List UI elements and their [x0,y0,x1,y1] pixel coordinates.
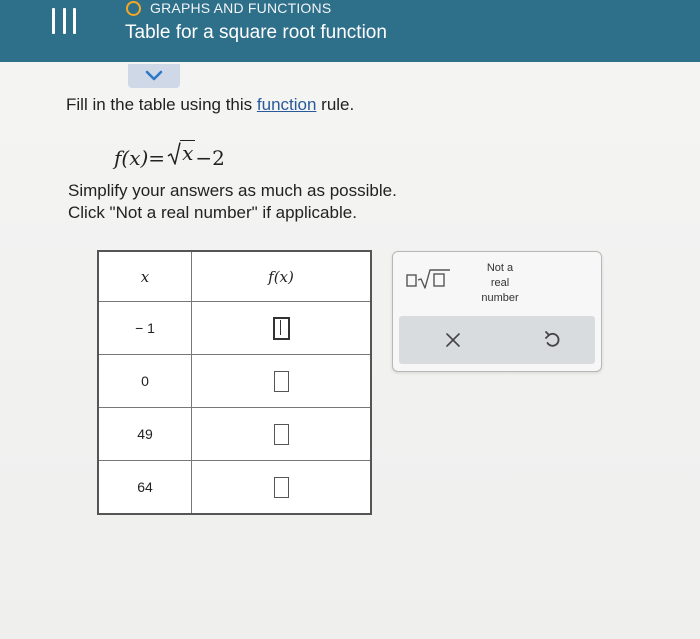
fx-cell[interactable] [191,407,372,461]
not-real-line-3: number [481,292,519,304]
nth-root-icon [406,269,450,289]
topic-label: GRAPHS AND FUNCTIONS [150,0,332,16]
menu-icon[interactable] [52,8,76,34]
header-bar: GRAPHS AND FUNCTIONS Table for a square … [0,0,700,62]
topic-row: GRAPHS AND FUNCTIONS [126,0,331,16]
table-header-row: x f(x) [97,250,372,302]
radical: x [167,140,196,165]
instruction-text: Fill in the table using this function ru… [66,95,354,115]
fx-cell[interactable] [191,301,372,355]
formula-tail: −2 [195,146,225,170]
table-row: 0 [97,354,372,408]
simplify-instruction: Simplify your answers as much as possibl… [68,181,397,200]
clear-button[interactable] [439,326,467,354]
table-row: 64 [97,460,372,515]
not-real-line-1: Not a [486,262,514,274]
undo-icon [545,331,560,347]
fx-cell[interactable] [191,460,372,515]
instruction-prefix: Fill in the table using this [66,95,257,114]
not-real-line-2: real [490,277,510,289]
table-row: 49 [97,407,372,461]
function-link[interactable]: function [257,95,317,114]
table-row: − 1 [97,301,372,355]
answer-input[interactable] [272,316,290,340]
collapse-button[interactable] [128,64,180,88]
x-cell: 0 [97,354,192,408]
not-real-number-button[interactable]: Not a real number [471,261,529,306]
keypad-action-row [399,316,595,364]
answer-input[interactable] [273,423,289,445]
answer-input[interactable] [273,476,289,498]
header-fx: f(x) [191,250,372,302]
nth-root-button[interactable] [405,268,455,295]
function-table: x f(x) − 1 0 49 64 [97,250,372,515]
chevron-down-icon [145,70,163,81]
x-cell: − 1 [97,301,192,355]
formula-lhs: f(x) [114,146,149,170]
header-x: x [97,250,192,302]
not-real-instruction: Click "Not a real number" if applicable. [68,203,357,222]
topic-circle-icon [126,0,141,16]
sqrt-sign-icon [167,142,181,165]
page-title: Table for a square root function [125,22,387,43]
undo-button[interactable] [539,326,567,354]
x-cell: 49 [97,407,192,461]
x-cell: 64 [97,460,192,515]
instruction-suffix: rule. [316,95,355,114]
formula-radicand: x [180,140,196,165]
fx-cell[interactable] [191,354,372,408]
math-keypad: Not a real number [392,251,602,372]
close-icon [446,333,460,347]
answer-input[interactable] [273,370,289,392]
formula-equals: = [148,146,166,170]
function-formula: f(x) = x −2 [114,140,225,170]
